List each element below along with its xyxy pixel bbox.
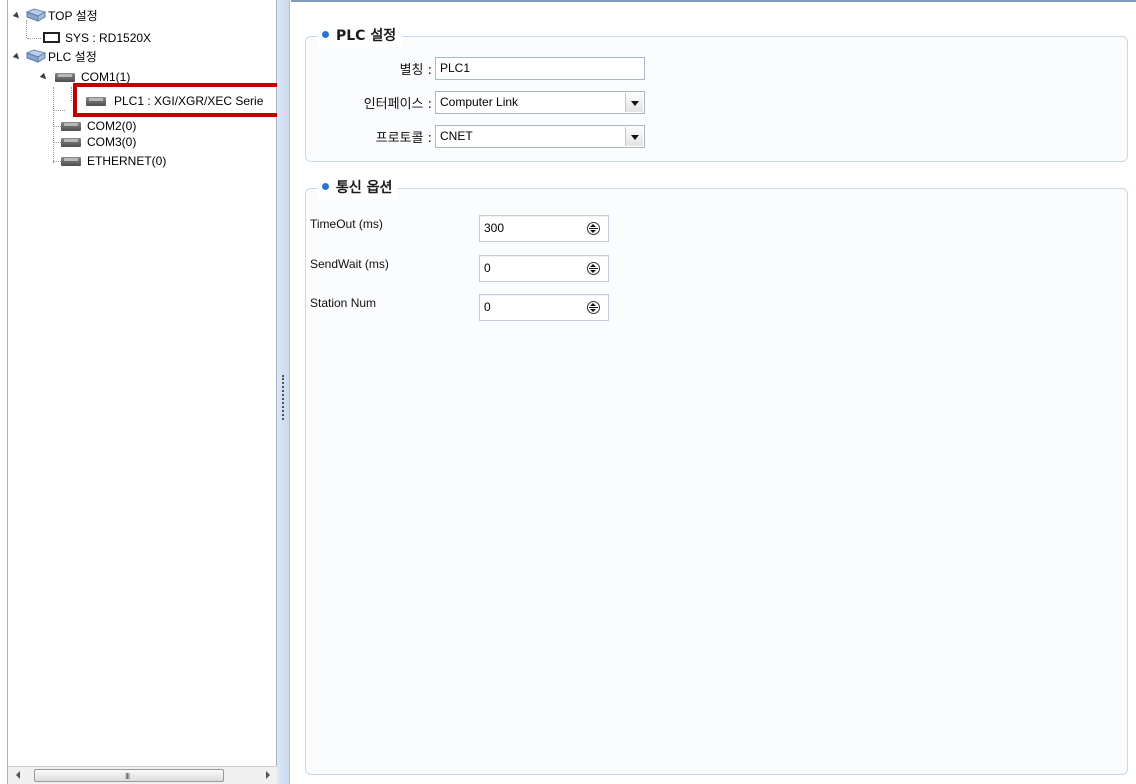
tree-label: COM3(0) bbox=[87, 135, 137, 149]
plc-settings-group: PLC 설정 별칭 : PLC1 인터페이스 : Computer Link 프… bbox=[305, 25, 1128, 162]
spin-updown-icon[interactable] bbox=[587, 262, 600, 275]
plc-settings-title: PLC 설정 bbox=[318, 25, 403, 47]
scrollbar-thumb[interactable]: III bbox=[34, 769, 224, 782]
comm-options-title: 통신 옵션 bbox=[318, 177, 399, 199]
splitter-grip[interactable] bbox=[282, 375, 284, 420]
timeout-label: TimeOut (ms) bbox=[310, 217, 383, 231]
alias-value: PLC1 bbox=[440, 61, 471, 75]
horizontal-scrollbar[interactable]: III bbox=[8, 766, 278, 784]
com-port-icon bbox=[61, 138, 81, 147]
tree-connector bbox=[27, 38, 41, 39]
tree-connector bbox=[53, 87, 54, 163]
tree-label: PLC 설정 bbox=[48, 50, 97, 64]
expand-arrow-icon[interactable] bbox=[12, 11, 22, 21]
scroll-left-icon[interactable] bbox=[16, 771, 20, 779]
tree-connector bbox=[71, 87, 72, 101]
tree-label: ETHERNET(0) bbox=[87, 154, 167, 168]
expand-arrow-icon[interactable] bbox=[39, 72, 49, 82]
tree-connector bbox=[26, 20, 27, 38]
protocol-value: CNET bbox=[440, 129, 473, 143]
bullet-icon bbox=[322, 31, 329, 38]
expand-arrow-icon[interactable] bbox=[12, 52, 22, 62]
tree-label: COM2(0) bbox=[87, 119, 137, 133]
sendwait-stepper[interactable]: 0 bbox=[479, 255, 609, 282]
group-title-text: PLC 설정 bbox=[336, 28, 397, 44]
selection-highlight bbox=[73, 83, 283, 117]
network-folder-icon bbox=[26, 8, 46, 22]
comm-options-group: 통신 옵션 TimeOut (ms) 300 SendWait (ms) 0 S… bbox=[305, 177, 1128, 775]
interface-label: 인터페이스 : bbox=[363, 97, 432, 112]
scroll-right-icon[interactable] bbox=[266, 771, 270, 779]
protocol-select[interactable]: CNET bbox=[435, 125, 645, 148]
sendwait-value: 0 bbox=[484, 261, 491, 275]
interface-value: Computer Link bbox=[440, 95, 519, 109]
screen-icon bbox=[43, 32, 60, 43]
com-port-icon bbox=[61, 122, 81, 131]
settings-content: PLC 설정 별칭 : PLC1 인터페이스 : Computer Link 프… bbox=[291, 0, 1136, 784]
scrollbar-grip: III bbox=[125, 772, 130, 781]
spin-updown-icon[interactable] bbox=[587, 222, 600, 235]
station-num-value: 0 bbox=[484, 300, 491, 314]
tree-label: TOP 설정 bbox=[48, 9, 98, 23]
network-folder-icon bbox=[26, 49, 46, 63]
station-num-label: Station Num bbox=[310, 296, 377, 310]
sendwait-label: SendWait (ms) bbox=[310, 257, 389, 271]
tree-connector bbox=[53, 110, 65, 111]
chevron-down-icon[interactable] bbox=[625, 127, 643, 146]
alias-input[interactable]: PLC1 bbox=[435, 57, 645, 80]
protocol-label: 프로토콜 : bbox=[375, 131, 432, 146]
com-port-icon bbox=[55, 73, 75, 82]
panel-splitter[interactable] bbox=[277, 0, 290, 784]
spin-updown-icon[interactable] bbox=[587, 301, 600, 314]
chevron-down-icon[interactable] bbox=[625, 93, 643, 112]
interface-select[interactable]: Computer Link bbox=[435, 91, 645, 114]
ethernet-port-icon bbox=[61, 157, 81, 166]
timeout-stepper[interactable]: 300 bbox=[479, 215, 609, 242]
alias-label: 별칭 : bbox=[399, 63, 432, 78]
station-num-stepper[interactable]: 0 bbox=[479, 294, 609, 321]
timeout-value: 300 bbox=[484, 221, 505, 235]
group-title-text: 통신 옵션 bbox=[336, 180, 393, 196]
project-tree-panel: TOP 설정 SYS : RD1520X PLC 설정 COM1(1) PLC1… bbox=[7, 0, 283, 784]
tree-label: SYS : RD1520X bbox=[65, 31, 152, 45]
bullet-icon bbox=[322, 183, 329, 190]
